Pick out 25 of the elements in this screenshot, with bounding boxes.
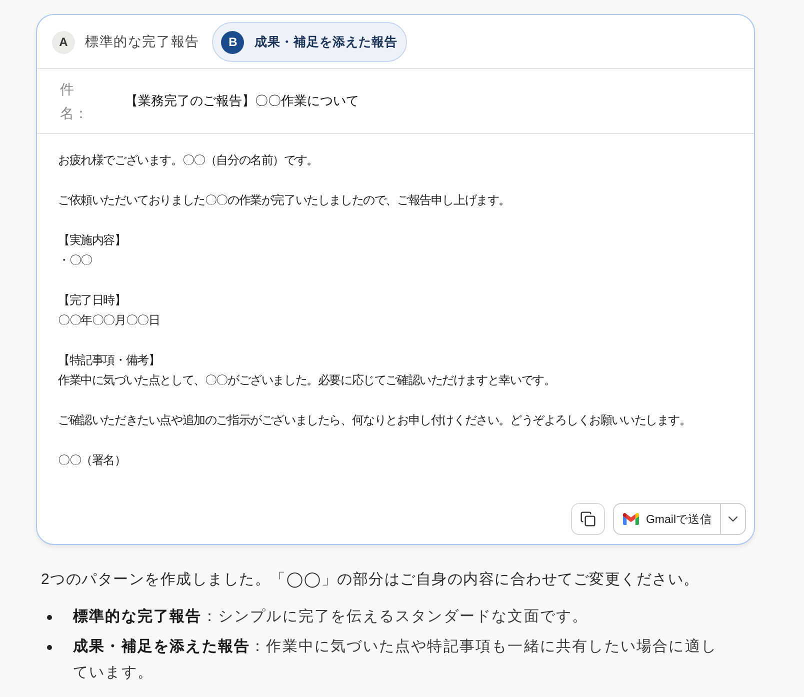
letter-badge: A: [52, 30, 75, 54]
message-line: 【特記事項・備考】: [58, 352, 161, 369]
send-gmail-button[interactable]: Gmailで送信: [612, 503, 721, 535]
message-line: 【完了日時】: [58, 292, 127, 309]
summary-text: 2つのパターンを作成しました。「◯◯」の部分はご自身の内容に合わせてご変更ください。: [41, 570, 700, 590]
bullet-icon: [47, 615, 52, 620]
message-line: ご確認いただきたい点や追加のご指示がございましたら、何なりとお申し付けください。どうぞよろしくお願いいたします。: [58, 412, 692, 429]
copy-icon: [580, 511, 596, 527]
message-line: 【実施内容】: [58, 232, 127, 249]
copy-button[interactable]: [570, 503, 605, 535]
message-line: 作業中に気づいた点として、〇〇がございました。必要に応じてご確認いただけますと幸いです。: [58, 372, 556, 389]
message-line: 〇〇（署名）: [58, 452, 127, 469]
gmail-logo-icon: [622, 513, 639, 525]
subject-text: 【業務完了のご報告】〇〇作業について: [125, 92, 359, 110]
message-line: ・〇〇: [58, 252, 93, 269]
message-line: お疲れ様でございます。〇〇（自分の名前）です。: [58, 152, 319, 169]
subject-label: 件名：: [60, 80, 89, 123]
variant-tab[interactable]: A 標準的な完了報告: [43, 22, 210, 62]
message-line: 〇〇年〇〇月〇〇日: [58, 312, 161, 329]
variant-tab[interactable]: B 成果・補足を添えた報告: [212, 22, 408, 62]
letter-badge: B: [221, 30, 244, 54]
bullet-text: 成果・補足を添えた報告：作業中に気づいた点や特記事項も一緒に共有したい場合に適しています。: [73, 637, 718, 683]
message-line: ご依頼いただいておりました〇〇の作業が完了いたしましたので、ご報告申し上げます。: [58, 192, 512, 209]
bullet-text: 標準的な完了報告：シンプルに完了を伝えるスタンダードな文面です。: [73, 607, 590, 627]
bullet-icon: [47, 645, 52, 650]
